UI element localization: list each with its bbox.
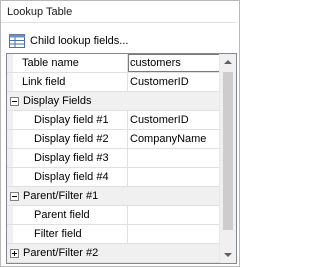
property-row-table-name[interactable]: Table name customers <box>7 54 220 73</box>
property-row-display-field-2[interactable]: Display field #2 CompanyName <box>7 130 220 149</box>
table-name-input[interactable]: customers <box>128 54 220 72</box>
property-rows: Table name customers Link field Customer… <box>7 54 220 263</box>
property-name: Table name <box>13 54 128 72</box>
property-row-display-field-3[interactable]: Display field #3 <box>7 149 220 168</box>
category-parent-filter-1[interactable]: Parent/Filter #1 <box>7 187 220 206</box>
display-field-1-value[interactable]: CustomerID <box>128 111 220 129</box>
property-name: Filter field <box>13 225 128 243</box>
scrollbar-thumb[interactable] <box>223 72 233 230</box>
property-row-parent-field[interactable]: Parent field <box>7 206 220 225</box>
child-lookup-fields-button[interactable]: Child lookup fields... <box>1 30 237 52</box>
category-label: Parent/Filter #2 <box>23 247 99 259</box>
link-field-value[interactable]: CustomerID <box>128 73 220 91</box>
scroll-down-button[interactable] <box>220 247 236 263</box>
property-row-display-field-4[interactable]: Display field #4 <box>7 168 220 187</box>
property-name: Display field #4 <box>13 168 128 186</box>
filter-field-value[interactable] <box>128 225 220 243</box>
display-field-3-value[interactable] <box>128 149 220 167</box>
property-name: Parent field <box>13 206 128 224</box>
property-name: Display field #2 <box>13 130 128 148</box>
child-lookup-fields-label: Child lookup fields... <box>30 35 129 47</box>
collapse-icon[interactable] <box>10 191 19 201</box>
expand-icon[interactable] <box>10 248 19 258</box>
category-label: Parent/Filter #1 <box>23 190 99 202</box>
collapse-icon[interactable] <box>10 96 19 106</box>
property-grid: Table name customers Link field Customer… <box>6 53 237 264</box>
table-grid-icon <box>9 34 25 48</box>
property-name: Link field <box>13 73 128 91</box>
property-name: Display field #1 <box>13 111 128 129</box>
display-field-2-value[interactable]: CompanyName <box>128 130 220 148</box>
vertical-scrollbar[interactable] <box>219 54 236 263</box>
property-row-display-field-1[interactable]: Display field #1 CustomerID <box>7 111 220 130</box>
parent-field-value[interactable] <box>128 206 220 224</box>
property-row-link-field[interactable]: Link field CustomerID <box>7 73 220 92</box>
arrow-down-icon <box>224 253 232 257</box>
category-label: Display Fields <box>23 95 92 107</box>
arrow-up-icon <box>224 60 232 64</box>
category-display-fields[interactable]: Display Fields <box>7 92 220 111</box>
property-name: Display field #3 <box>13 149 128 167</box>
display-field-4-value[interactable] <box>128 168 220 186</box>
property-row-filter-field[interactable]: Filter field <box>7 225 220 244</box>
scroll-up-button[interactable] <box>220 54 236 70</box>
category-parent-filter-2[interactable]: Parent/Filter #2 <box>7 244 220 263</box>
panel-title: Lookup Table <box>1 1 237 23</box>
